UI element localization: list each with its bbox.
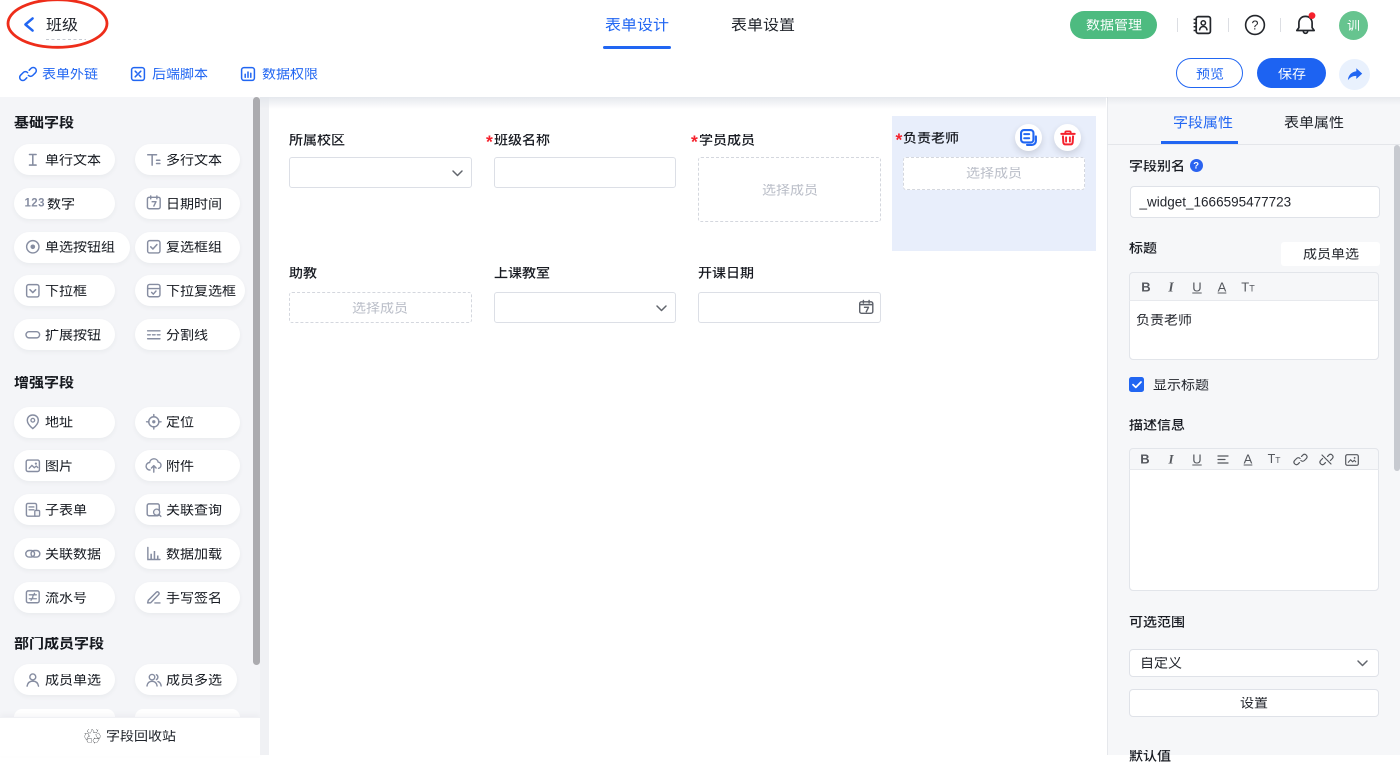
svg-text:?: ?	[1252, 18, 1259, 32]
